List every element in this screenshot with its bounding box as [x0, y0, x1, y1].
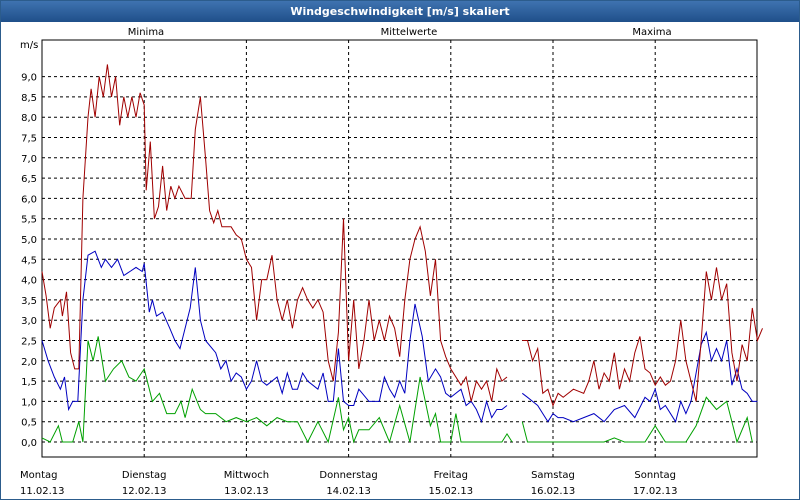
x-date-label: 11.02.13 [20, 486, 65, 497]
y-tick-label: 2,0 [21, 357, 37, 368]
y-tick-label: 7,0 [21, 154, 37, 165]
x-day-label: Donnerstag [319, 470, 377, 481]
x-day-label: Sonntag [634, 470, 676, 481]
legend-maxima: Maxima [632, 27, 671, 38]
series-line-minima [41, 336, 513, 444]
wind-speed-chart: 0,0 0,5 1,0 1,5 2,0 2,5 3,0 3,5 4,0 4,5 5,0 5,5 6,0 6… [20, 27, 763, 497]
x-date-label: 16.02.13 [531, 486, 576, 497]
y-tick-label: 2,5 [21, 337, 37, 348]
x-day-label: Samstag [531, 470, 575, 481]
x-date-label: 14.02.13 [326, 486, 371, 497]
y-tick-label: 8,5 [21, 93, 37, 104]
y-tick-label: 3,0 [21, 316, 37, 327]
y-tick-label: 1,5 [21, 377, 37, 388]
y-tick-label: 9,0 [21, 73, 37, 84]
y-tick-label: 1,0 [21, 397, 37, 408]
y-axis-unit-label: m/s [20, 40, 38, 51]
y-tick-label: 7,5 [21, 134, 37, 145]
y-tick-label: 4,5 [21, 255, 37, 266]
x-day-label: Freitag [434, 470, 468, 481]
legend-mittelwerte: Mittelwerte [381, 27, 438, 38]
series-line-maxima [41, 64, 508, 402]
y-tick-label: 3,5 [21, 296, 37, 307]
y-tick-label: 0,5 [21, 418, 37, 429]
x-day-label: Mittwoch [224, 470, 269, 481]
y-tick-label: 4,0 [21, 276, 37, 287]
y-tick-label: 0,0 [21, 438, 37, 449]
x-date-label: 12.02.13 [122, 486, 167, 497]
y-tick-label: 5,5 [21, 215, 37, 226]
legend-minima: Minima [128, 27, 164, 38]
y-tick-label: 6,5 [21, 174, 37, 185]
x-date-label: 15.02.13 [429, 486, 474, 497]
series-line-minima [521, 396, 753, 444]
y-tick-label: 8,0 [21, 113, 37, 124]
x-date-label: 13.02.13 [224, 486, 269, 497]
x-day-label: Montag [20, 470, 57, 481]
y-tick-label: 5,0 [21, 235, 37, 246]
y-tick-label: 6,0 [21, 194, 37, 205]
plot-area-border [41, 39, 758, 458]
series-line-mittelwerte [521, 330, 758, 423]
x-date-label: 17.02.13 [633, 486, 678, 497]
series-line-maxima [522, 267, 763, 407]
x-day-label: Dienstag [122, 470, 167, 481]
